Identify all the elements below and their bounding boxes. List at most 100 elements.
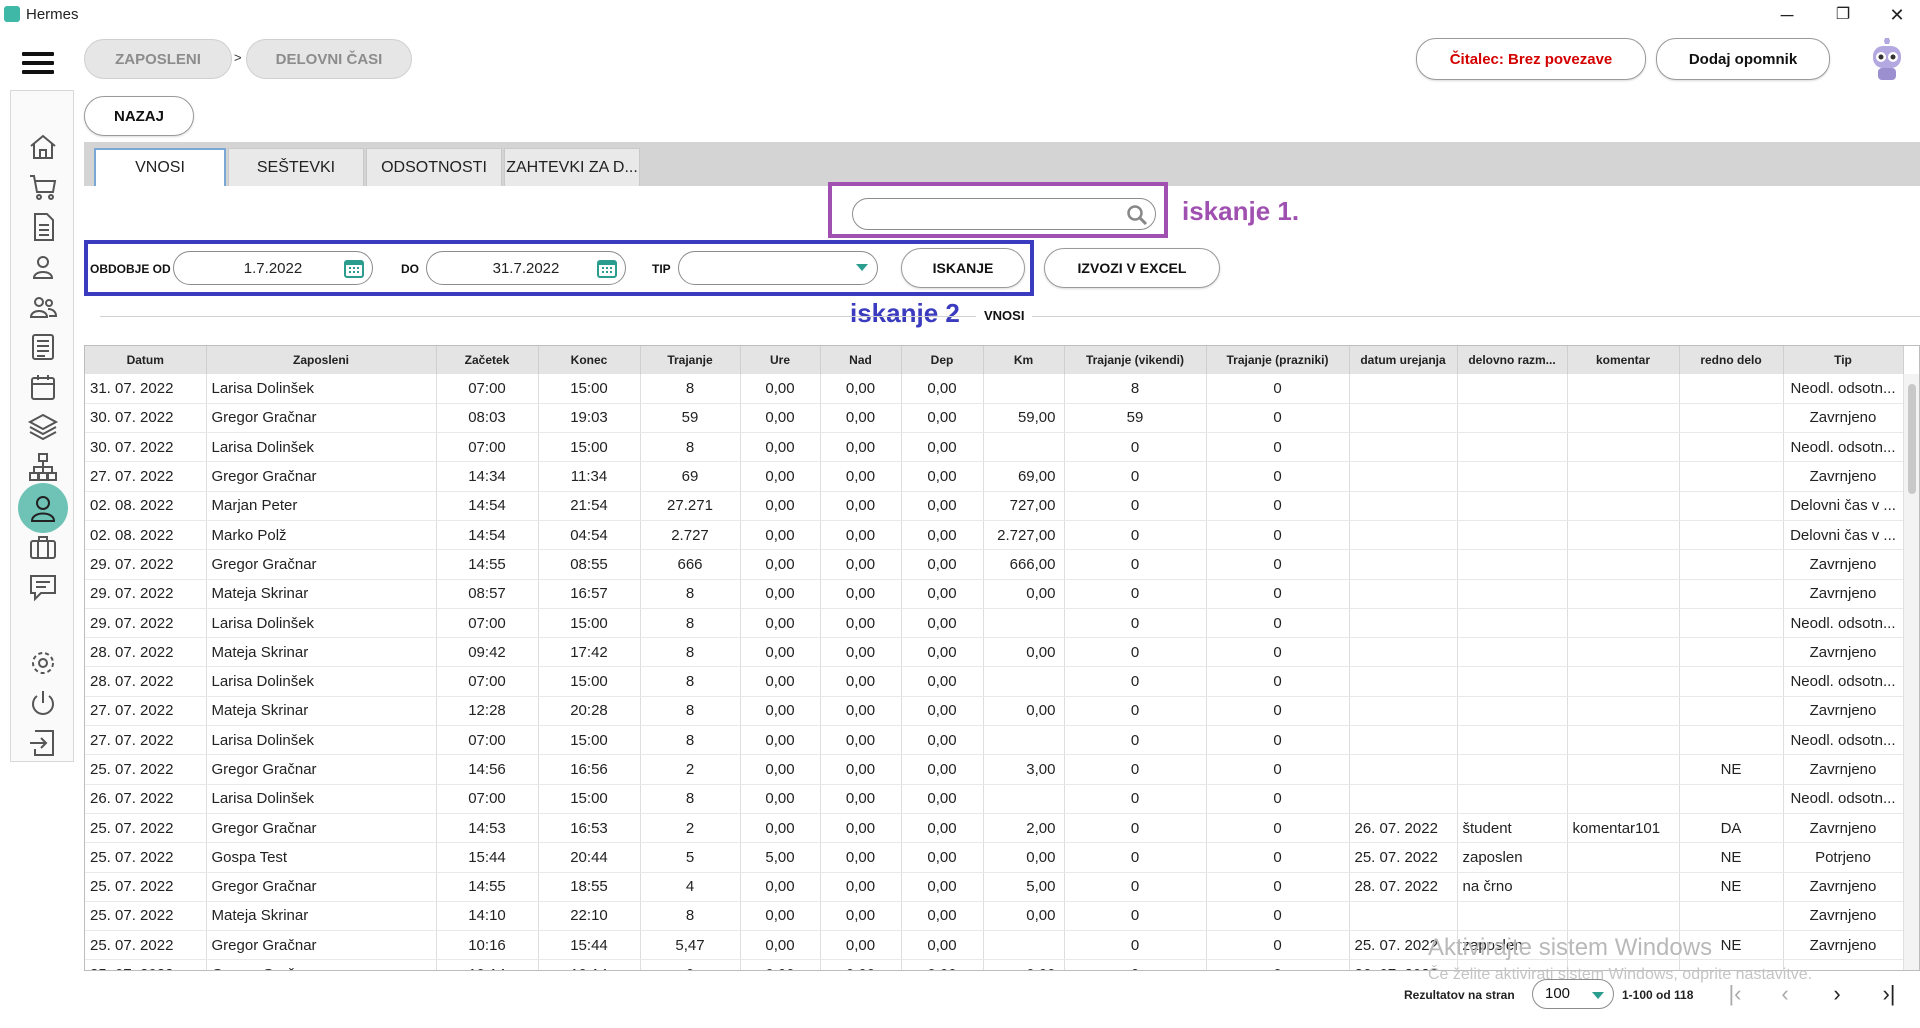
column-header[interactable]: datum urejanja	[1349, 346, 1458, 374]
last-page-button[interactable]: ›|	[1876, 982, 1902, 1008]
employee-icon[interactable]	[18, 483, 68, 533]
hamburger-menu-icon[interactable]	[22, 52, 54, 78]
person-icon[interactable]	[27, 251, 59, 283]
table-cell: 69	[640, 461, 741, 492]
table-cell: 15:00	[538, 666, 641, 697]
table-cell: 0,00	[901, 374, 984, 404]
minimize-button[interactable]: ─	[1764, 2, 1810, 28]
column-header[interactable]: redno delo	[1679, 346, 1784, 374]
export-excel-button[interactable]: IZVOZI V EXCEL	[1044, 248, 1220, 288]
table-row[interactable]: 30. 07. 2022 Gregor Gračnar 08:03 19:03 59 0,…	[85, 403, 1904, 434]
next-page-button[interactable]: ›	[1824, 982, 1850, 1008]
scrollbar-thumb[interactable]	[1908, 384, 1916, 494]
table-row[interactable]: 25. 07. 2022 Gregor Gračnar 14:55 18:55 4 0,0…	[85, 872, 1904, 902]
people-icon[interactable]	[27, 291, 59, 323]
chevron-down-icon[interactable]	[856, 264, 868, 271]
restore-button[interactable]: ❐	[1820, 2, 1866, 28]
search-button[interactable]: ISKANJE	[901, 248, 1025, 288]
column-header[interactable]: komentar	[1567, 346, 1680, 374]
table-row[interactable]: 02. 08. 2022 Marjan Peter 14:54 21:54 27.271…	[85, 491, 1904, 521]
column-header[interactable]: Datum	[85, 346, 207, 374]
chat-icon[interactable]	[27, 571, 59, 603]
document-icon[interactable]	[27, 211, 59, 243]
column-header[interactable]: Trajanje	[640, 346, 741, 374]
calendar-picker-icon[interactable]	[343, 257, 365, 279]
table-row[interactable]: 28. 07. 2022 Larisa Dolinšek 07:00 15:00 8 0,…	[85, 666, 1904, 697]
column-header[interactable]: Nad	[820, 346, 902, 374]
table-cell	[1679, 901, 1784, 932]
table-cell: Mateja Skrinar	[206, 696, 437, 727]
table-row[interactable]: 28. 07. 2022 Mateja Skrinar 09:42 17:42 8 0,0…	[85, 637, 1904, 668]
vertical-scrollbar[interactable]	[1903, 374, 1919, 970]
breadcrumb-delovni-casi[interactable]: DELOVNI ČASI	[246, 39, 412, 79]
assistant-robot-icon[interactable]	[1868, 38, 1906, 82]
table-row[interactable]: 26. 07. 2022 Larisa Dolinšek 07:00 15:00 8 0,…	[85, 784, 1904, 814]
table-cell: 8	[640, 374, 741, 404]
calendar-picker-icon[interactable]	[596, 257, 618, 279]
column-header[interactable]: Trajanje (vikendi)	[1064, 346, 1207, 374]
table-cell: 0,00	[901, 520, 984, 551]
table-header-row: Datum Zaposleni Začetek Konec Trajanje Ure Nad…	[85, 346, 1904, 374]
table-cell: 0,00	[740, 432, 821, 463]
column-header[interactable]: Trajanje (prazniki)	[1206, 346, 1350, 374]
table-cell	[1457, 374, 1568, 404]
settings-icon[interactable]	[27, 647, 59, 679]
close-button[interactable]: ✕	[1874, 2, 1920, 28]
table-cell	[1567, 666, 1680, 697]
table-row[interactable]: 31. 07. 2022 Larisa Dolinšek 07:00 15:00 8 0,…	[85, 374, 1904, 404]
column-header[interactable]: Tip	[1783, 346, 1904, 374]
table-row[interactable]: 27. 07. 2022 Larisa Dolinšek 07:00 15:00 8 0,…	[85, 725, 1904, 756]
table-row[interactable]: 27. 07. 2022 Gregor Gračnar 14:34 11:34 69 0,…	[85, 461, 1904, 492]
power-icon[interactable]	[27, 687, 59, 719]
tab-vnosi[interactable]: VNOSI	[94, 148, 226, 186]
briefcase-icon[interactable]	[27, 531, 59, 563]
table-row[interactable]: 27. 07. 2022 Mateja Skrinar 12:28 20:28 8 0,0…	[85, 696, 1904, 727]
home-icon[interactable]	[27, 131, 59, 163]
chevron-down-icon[interactable]	[1592, 992, 1604, 999]
column-header[interactable]: Konec	[538, 346, 641, 374]
table-cell: 0,00	[983, 842, 1065, 873]
column-header[interactable]: Ure	[740, 346, 821, 374]
column-header[interactable]: Začetek	[436, 346, 539, 374]
table-cell: 69,00	[983, 461, 1065, 492]
column-header[interactable]: Dep	[901, 346, 984, 374]
table-cell: 0	[1206, 813, 1350, 844]
prev-page-button[interactable]: ‹	[1772, 982, 1798, 1008]
table-row[interactable]: 25. 07. 2022 Gregor Gračnar 14:53 16:53 2 0,0…	[85, 813, 1904, 844]
table-cell: Zavrnjeno	[1783, 872, 1904, 902]
type-select[interactable]	[678, 251, 878, 285]
table-row[interactable]: 29. 07. 2022 Gregor Gračnar 14:55 08:55 666 0…	[85, 549, 1904, 580]
column-header[interactable]: delovno razm...	[1457, 346, 1568, 374]
tab-zahtevki[interactable]: ZAHTEVKI ZA D...	[504, 148, 640, 186]
reader-status-button[interactable]: Čitalec: Brez povezave	[1416, 38, 1646, 80]
table-cell	[1567, 784, 1680, 814]
table-row[interactable]: 02. 08. 2022 Marko Polž 14:54 04:54 2.727 0,0…	[85, 520, 1904, 551]
cart-icon[interactable]	[27, 171, 59, 203]
list-icon[interactable]	[27, 331, 59, 363]
table-row[interactable]: 29. 07. 2022 Larisa Dolinšek 07:00 15:00 8 0,…	[85, 608, 1904, 639]
breadcrumb-zaposleni[interactable]: ZAPOSLENI	[84, 39, 232, 79]
table-cell: 25. 07. 2022	[85, 754, 207, 785]
calendar-icon[interactable]	[27, 371, 59, 403]
search-icon[interactable]	[1126, 204, 1148, 226]
column-header[interactable]: Km	[983, 346, 1065, 374]
entries-table: Datum Zaposleni Začetek Konec Trajanje Ure Nad…	[84, 345, 1920, 971]
table-cell: 8	[640, 696, 741, 727]
quick-search-input[interactable]	[852, 198, 1156, 230]
first-page-button[interactable]: |‹	[1722, 982, 1748, 1008]
tab-odsotnosti[interactable]: ODSOTNOSTI	[366, 148, 502, 186]
add-reminder-button[interactable]: Dodaj opomnik	[1656, 38, 1830, 80]
hierarchy-icon[interactable]	[27, 451, 59, 483]
table-row[interactable]: 29. 07. 2022 Mateja Skrinar 08:57 16:57 8 0,0…	[85, 579, 1904, 609]
table-row[interactable]: 25. 07. 2022 Gospa Test 15:44 20:44 5 5,00 0,0…	[85, 842, 1904, 873]
back-button[interactable]: NAZAJ	[84, 96, 194, 136]
column-header[interactable]: Zaposleni	[206, 346, 437, 374]
table-cell: Zavrnjeno	[1783, 403, 1904, 434]
table-row[interactable]: 25. 07. 2022 Mateja Skrinar 14:10 22:10 8 0,0…	[85, 901, 1904, 932]
table-row[interactable]: 25. 07. 2022 Gregor Gračnar 14:56 16:56 2 0,0…	[85, 754, 1904, 785]
table-cell: 0,00	[901, 959, 984, 970]
tab-sestevki[interactable]: SEŠTEVKI	[228, 148, 364, 186]
table-row[interactable]: 30. 07. 2022 Larisa Dolinšek 07:00 15:00 8 0,…	[85, 432, 1904, 463]
layers-icon[interactable]	[27, 411, 59, 443]
logout-icon[interactable]	[27, 727, 59, 759]
